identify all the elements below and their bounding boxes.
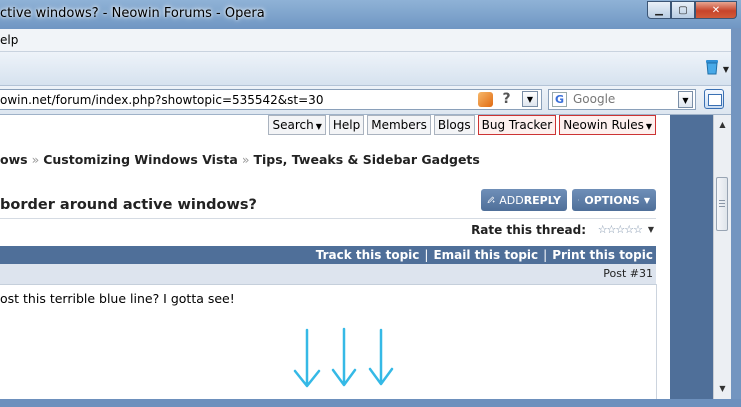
menu-item-help[interactable]: elp [0,33,18,47]
grip-line [719,200,725,201]
separator: | [543,248,548,262]
breadcrumb-separator: » [31,152,40,167]
breadcrumb-separator: » [241,152,250,167]
rating-dropdown[interactable]: ▼ [648,225,654,234]
post-header: Post #31 [0,264,656,285]
url-text: owin.net/forum/index.php?showtopic=53554… [0,93,324,107]
nav-members-button[interactable]: Members [367,115,431,135]
post-number-link[interactable]: Post #31 [603,267,653,280]
url-input[interactable]: owin.net/forum/index.php?showtopic=53554… [0,89,542,110]
window-title: ctive windows? - Neowin Forums - Opera [0,6,265,21]
toolbar: ▼ [0,52,734,86]
panel-toggle-icon[interactable] [704,89,724,109]
down-arrows-drawing [293,327,394,388]
search-input[interactable]: G Google ▼ [548,89,696,110]
add-reply-label: REPLY [523,193,561,207]
separator: | [424,248,429,262]
scroll-up-button[interactable]: ▲ [714,117,731,132]
chevron-down-icon: ▼ [315,122,322,131]
chevron-down-icon: ▼ [645,122,652,131]
options-button[interactable]: OPTIONS ▼ [572,189,656,211]
window-controls: ▁ ▢ ✕ [647,1,737,19]
add-reply-button[interactable]: ADD REPLY [481,189,567,211]
rating-label: Rate this thread: [471,223,586,237]
grip-line [719,203,725,204]
title-bar: ctive windows? - Neowin Forums - Opera ▁… [0,0,741,28]
post-body: ost this terrible blue line? I gotta see… [0,284,657,399]
topic-title: border around active windows? [0,197,257,213]
grip-line [719,206,725,207]
gear-icon [578,199,580,201]
scroll-thumb[interactable] [716,177,728,231]
nav-rules-button[interactable]: Neowin Rules ▼ [559,115,656,135]
minimize-button[interactable]: ▁ [647,1,671,19]
rating-stars[interactable]: ☆☆☆☆☆ [598,223,643,236]
options-label: OPTIONS [584,193,640,207]
nav-search-button[interactable]: Search ▼ [268,115,326,135]
close-button[interactable]: ✕ [695,1,737,19]
chevron-down-icon[interactable]: ▼ [723,65,729,74]
breadcrumb-item[interactable]: ows [0,152,28,167]
search-dropdown[interactable]: ▼ [678,91,693,108]
vertical-scrollbar[interactable]: ▲ ▼ [713,115,731,399]
breadcrumb-item[interactable]: Customizing Windows Vista [43,152,238,167]
chevron-down-icon: ▼ [643,195,650,205]
post-text: ost this terrible blue line? I gotta see… [0,291,235,306]
trash-icon[interactable] [705,59,719,75]
scroll-down-button[interactable]: ▼ [714,381,731,396]
page-content: Search ▼ Help Members Blogs Bug Tracker N… [0,115,670,399]
forum-nav: Search ▼ Help Members Blogs Bug Tracker N… [268,115,656,137]
nav-blogs-button[interactable]: Blogs [433,115,475,135]
maximize-button[interactable]: ▢ [671,1,695,19]
nav-bug-tracker-button[interactable]: Bug Tracker [477,115,557,135]
topic-actions-bar: Track this topic | Email this topic | Print … [0,246,656,264]
pen-icon [487,196,495,204]
breadcrumb: ows» Customizing Windows Vista» Tips, Twea… [0,152,480,167]
menu-bar: elp [0,29,734,52]
print-topic-link[interactable]: Print this topic [552,248,653,262]
window-border-bottom [0,399,741,407]
track-topic-link[interactable]: Track this topic [316,248,420,262]
right-panel [670,115,713,399]
add-reply-prefix: ADD [499,193,524,207]
address-bar: owin.net/forum/index.php?showtopic=53554… [0,86,734,115]
window-border-right [731,28,741,407]
google-icon[interactable]: G [552,92,567,107]
nav-help-button[interactable]: Help [328,115,365,135]
email-topic-link[interactable]: Email this topic [433,248,538,262]
help-icon[interactable]: ? [498,91,515,108]
rss-icon[interactable] [478,92,493,107]
breadcrumb-item[interactable]: Tips, Tweaks & Sidebar Gadgets [253,152,479,167]
search-placeholder: Google [573,92,616,106]
rating-row: Rate this thread: ☆☆☆☆☆ ▼ [0,218,656,241]
url-history-dropdown[interactable]: ▼ [522,91,538,107]
